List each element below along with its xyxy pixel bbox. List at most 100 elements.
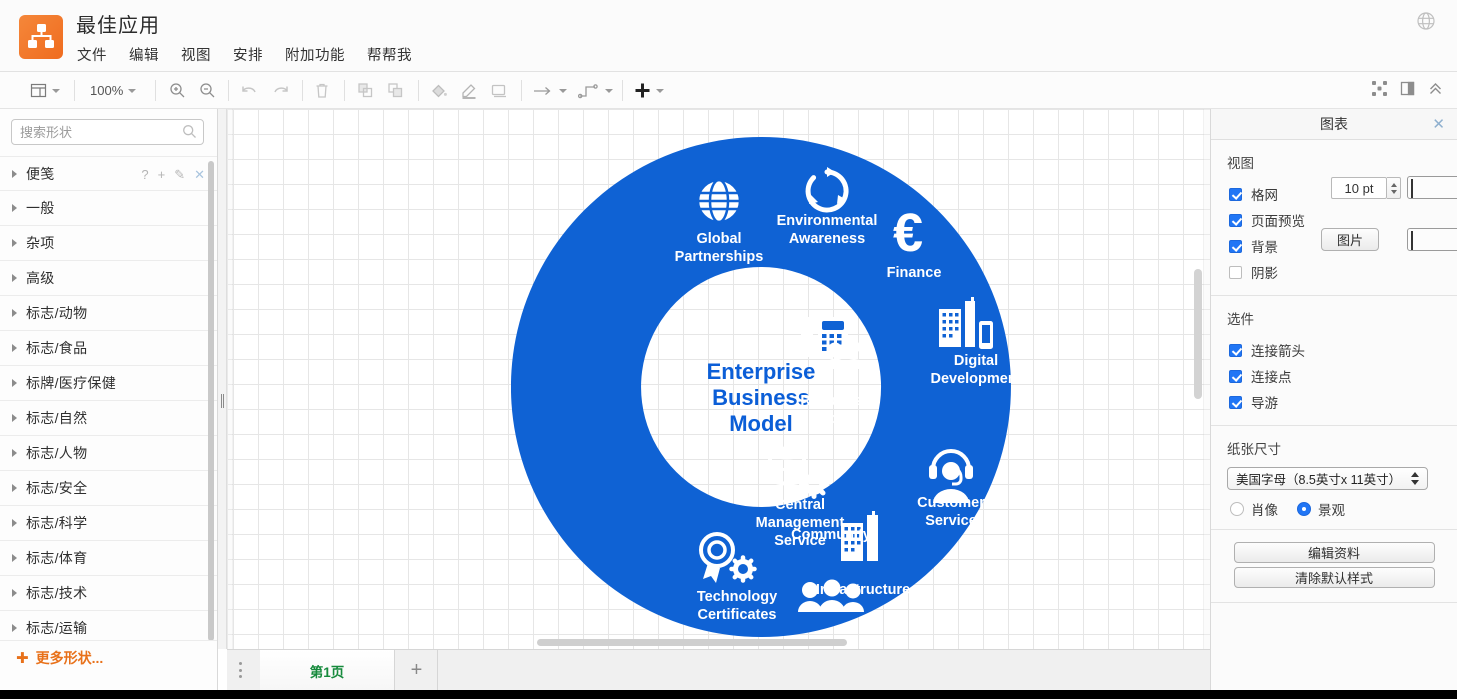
segment-label: Finance xyxy=(887,265,942,281)
shadow-checkbox[interactable] xyxy=(1229,265,1242,279)
sidebar-item-signs-science[interactable]: 标志/科学 xyxy=(0,506,217,541)
plus-icon: + xyxy=(410,659,423,681)
zoom-in-icon[interactable] xyxy=(169,72,186,109)
app-logo-icon xyxy=(19,15,63,59)
format-panel-icon[interactable] xyxy=(1400,81,1415,101)
page-tab-1[interactable]: 第1页 xyxy=(260,650,395,690)
sidebar-splitter[interactable] xyxy=(218,109,227,649)
grid-size-stepper[interactable] xyxy=(1387,177,1401,199)
send-to-back-icon[interactable] xyxy=(387,72,404,109)
collapse-chevrons-icon[interactable] xyxy=(1428,81,1443,101)
chevron-right-icon xyxy=(12,169,17,178)
zoom-out-icon[interactable] xyxy=(199,72,216,109)
sidebar-item-signs-nature[interactable]: 标志/自然 xyxy=(0,401,217,436)
globe-icon[interactable] xyxy=(1415,10,1437,32)
background-color-swatch[interactable] xyxy=(1407,228,1457,251)
enterprise-business-model-diagram[interactable]: Enterprise Business Model Global Partner… xyxy=(511,127,1011,649)
page-view-checkbox[interactable] xyxy=(1229,213,1242,227)
close-icon[interactable]: ✕ xyxy=(194,168,205,181)
background-row: 背景 图片 xyxy=(1211,228,1457,259)
euro-currency-icon: € xyxy=(893,203,923,263)
database-gear-icon xyxy=(768,446,829,499)
sidebar-item-signs-safety[interactable]: 标志/安全 xyxy=(0,471,217,506)
guides-checkbox[interactable] xyxy=(1229,395,1242,409)
grid-checkbox[interactable] xyxy=(1229,187,1242,201)
sidebar-item-signs-healthcare[interactable]: 标牌/医疗保健 xyxy=(0,366,217,401)
options-section: 选件 连接箭头 连接点 导游 xyxy=(1211,296,1457,426)
add-page-button[interactable]: + xyxy=(396,650,438,690)
menu-help[interactable]: 帮帮我 xyxy=(367,44,412,65)
grid-row: 格网 10 pt xyxy=(1211,176,1457,207)
sidebar-item-scratchpad[interactable]: 便笺 ? + ✎ ✕ xyxy=(0,156,217,191)
page-menu-icon[interactable] xyxy=(239,662,243,678)
paper-size-select[interactable]: 美国字母（8.5英寸x 11英寸） xyxy=(1227,467,1428,490)
shape-style-icon[interactable] xyxy=(490,72,508,109)
sidebar-item-signs-animals[interactable]: 标志/动物 xyxy=(0,296,217,331)
edit-data-button[interactable]: 编辑资料 xyxy=(1233,542,1435,563)
chevron-right-icon xyxy=(12,204,17,212)
search-input[interactable] xyxy=(11,119,204,145)
page-view-label: 页面预览 xyxy=(1251,214,1305,229)
background-image-button[interactable]: 图片 xyxy=(1321,228,1379,251)
grid-label: 格网 xyxy=(1251,188,1278,203)
close-icon[interactable]: ✕ xyxy=(1432,117,1445,132)
orientation-row: 肖像 景观 xyxy=(1211,490,1457,519)
connection-arrows-checkbox[interactable] xyxy=(1229,343,1242,357)
segment-label: Environmental xyxy=(777,213,878,229)
canvas-vertical-scrollbar[interactable] xyxy=(1194,269,1202,399)
connection-points-checkbox[interactable] xyxy=(1229,369,1242,383)
view-layout-button[interactable] xyxy=(30,72,60,109)
fill-color-icon[interactable] xyxy=(430,72,448,109)
orientation-portrait-radio[interactable] xyxy=(1230,502,1244,516)
waypoint-connector-icon[interactable] xyxy=(578,72,613,109)
sidebar-scrollbar-thumb[interactable] xyxy=(208,161,214,641)
orientation-landscape-radio[interactable] xyxy=(1297,502,1311,516)
menu-extras[interactable]: 附加功能 xyxy=(285,44,345,65)
chevron-right-icon xyxy=(12,274,17,282)
plus-insert-icon[interactable] xyxy=(634,72,664,109)
menu-arrange[interactable]: 安排 xyxy=(233,44,263,65)
canvas-horizontal-scrollbar[interactable] xyxy=(537,639,847,646)
people-group-icon xyxy=(798,579,864,612)
more-shapes-button[interactable]: ✚ 更多形状... xyxy=(0,640,217,674)
menu-edit[interactable]: 编辑 xyxy=(129,44,159,65)
grid-color-swatch[interactable] xyxy=(1407,176,1457,199)
clear-default-style-button[interactable]: 清除默认样式 xyxy=(1233,567,1435,588)
shapes-sidebar: 便笺 ? + ✎ ✕ 一般 杂项 高级 xyxy=(0,109,218,690)
view-section: 视图 格网 10 pt 页面预览 背景 图片 阴影 xyxy=(1211,140,1457,296)
sidebar-item-signs-sports[interactable]: 标志/体育 xyxy=(0,541,217,576)
help-icon[interactable]: ? xyxy=(141,168,148,181)
segment-label: Awareness xyxy=(789,231,865,247)
sidebar-item-signs-food[interactable]: 标志/食品 xyxy=(0,331,217,366)
shape-category-list[interactable]: 便笺 ? + ✎ ✕ 一般 杂项 高级 标志/动物 标志/食品 标牌/医疗保健 … xyxy=(0,156,217,647)
line-color-icon[interactable] xyxy=(460,72,478,109)
sidebar-scrollbar[interactable] xyxy=(208,161,214,651)
redo-icon[interactable] xyxy=(272,72,290,109)
menu-file[interactable]: 文件 xyxy=(77,44,107,65)
background-checkbox[interactable] xyxy=(1229,239,1242,253)
format-panel-title: 图表 xyxy=(1320,116,1348,132)
bring-to-front-icon[interactable] xyxy=(357,72,374,109)
sidebar-item-misc[interactable]: 杂项 xyxy=(0,226,217,261)
add-icon[interactable]: + xyxy=(158,168,166,181)
sidebar-item-advanced[interactable]: 高级 xyxy=(0,261,217,296)
sidebar-item-signs-technology[interactable]: 标志/技术 xyxy=(0,576,217,611)
undo-icon[interactable] xyxy=(240,72,258,109)
sidebar-item-general[interactable]: 一般 xyxy=(0,191,217,226)
segment-label: Service xyxy=(774,533,826,549)
splitter-grip[interactable] xyxy=(221,394,224,408)
trash-icon[interactable] xyxy=(314,72,330,109)
paper-size-value: 美国字母（8.5英寸x 11英寸） xyxy=(1236,473,1402,487)
window-bottom-edge xyxy=(0,690,1457,699)
fullscreen-icon[interactable] xyxy=(1372,80,1387,101)
sidebar-item-signs-people[interactable]: 标志/人物 xyxy=(0,436,217,471)
shadow-label: 阴影 xyxy=(1251,266,1278,281)
edit-icon[interactable]: ✎ xyxy=(174,168,185,181)
zoom-level-button[interactable]: 100% xyxy=(90,72,137,109)
orientation-landscape-label: 景观 xyxy=(1318,503,1345,518)
paper-size-select-wrap: 美国字母（8.5英寸x 11英寸） xyxy=(1227,467,1441,490)
diagram-canvas[interactable]: Enterprise Business Model Global Partner… xyxy=(227,109,1210,649)
grid-size-input[interactable]: 10 pt xyxy=(1331,177,1387,199)
menu-view[interactable]: 视图 xyxy=(181,44,211,65)
arrow-connector-icon[interactable] xyxy=(532,72,567,109)
